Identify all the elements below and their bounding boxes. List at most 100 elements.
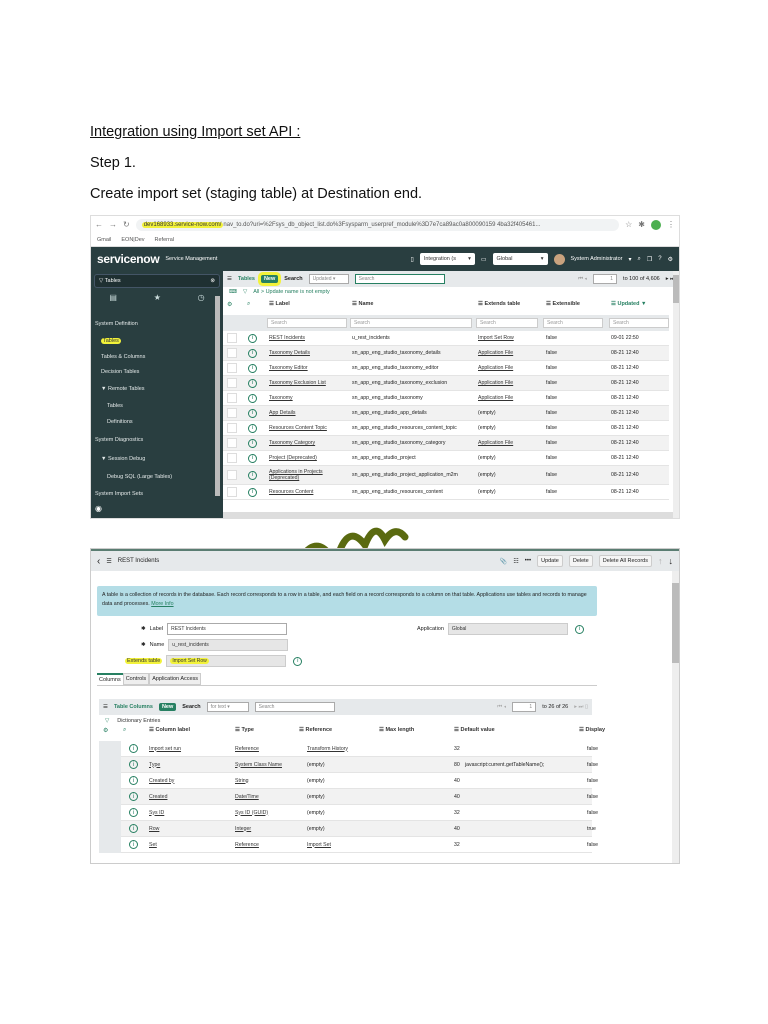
nav-item-session-debug[interactable]: ▼ Session Debug [101,456,145,462]
cell-type[interactable]: String [235,778,249,784]
table-row[interactable]: i Project (Deprecated) sn_app_eng_studio… [223,451,669,466]
update-set-picker[interactable]: Global ▾ [492,253,548,265]
info-icon[interactable]: i [248,393,257,403]
cell-extends[interactable]: Application File [478,365,513,371]
info-icon[interactable]: i [248,438,257,448]
extends-info-icon[interactable]: i [293,656,303,666]
personalize-gear-icon[interactable]: ⚙ [103,727,108,734]
col-header-max-length[interactable]: ☰ Max length [379,727,414,733]
cell-type[interactable]: Reference [235,746,259,752]
table-row[interactable]: i Import set run Reference Transform His… [99,740,598,757]
cell-extends[interactable]: Application File [478,380,513,386]
column-search-icon[interactable]: ⌕ [123,727,126,734]
search-extensible-input[interactable]: Search [543,318,603,328]
nav-section-system-definition[interactable]: System Definition [95,321,138,327]
row-checkbox[interactable] [227,487,237,497]
table-row[interactable]: i Taxonomy Details sn_app_eng_studio_tax… [223,346,669,361]
update-button[interactable]: Update [537,555,563,567]
sidebar-scrollbar[interactable] [215,296,220,496]
favorites-icon[interactable]: ★ [154,293,161,302]
profile-avatar[interactable] [651,219,661,230]
bookmark-eon-dev[interactable]: EON|Dev [121,237,144,243]
vertical-scrollbar[interactable] [672,571,679,863]
address-bar[interactable]: dev168933.service-now.com/nav_to.do?uri=… [135,218,620,231]
cell-extends[interactable]: Import Set Row [478,335,514,341]
cell-label[interactable]: Applications in Projects (Deprecated) [269,469,344,481]
table-row[interactable]: i Sys ID Sys ID (GUID) (empty) 32 false [99,804,598,821]
vertical-scrollbar[interactable] [673,271,679,518]
table-row[interactable]: i App Details sn_app_eng_studio_app_deta… [223,406,669,421]
label-input[interactable]: REST Incidents [167,623,288,635]
list-menu-icon[interactable]: ☰ [227,276,232,282]
cell-extends[interactable]: Application File [478,395,513,401]
col-header-default-value[interactable]: ☰ Default value [454,727,495,733]
col-header-type[interactable]: ☰ Type [235,727,254,733]
user-avatar[interactable] [553,253,565,265]
first-page-icon[interactable]: ⏮ ◂ [578,276,587,283]
cell-label[interactable]: Resources Content Topic [269,425,344,431]
delete-button[interactable]: Delete [568,555,593,567]
row-checkbox[interactable] [227,393,237,403]
nav-item-decision-tables[interactable]: Decision Tables [101,369,139,375]
info-icon[interactable]: i [129,776,138,785]
attachment-icon[interactable]: 📎 [500,558,507,565]
first-page-icon[interactable]: ⏮ ◂ [497,704,506,711]
help-icon[interactable]: ? [658,256,661,262]
cell-label[interactable]: Taxonomy Details [269,350,344,356]
col-header-extensible[interactable]: ☰ Extensible [546,301,580,307]
bookmark-gmail[interactable]: Gmail [97,237,111,243]
nav-item-remote-tables-tables[interactable]: Tables [107,403,123,409]
clear-icon[interactable]: ⊗ [210,278,215,284]
row-checkbox[interactable] [227,438,237,448]
info-icon[interactable]: i [248,453,257,463]
cell-column-label[interactable]: Row [149,826,159,832]
forward-icon[interactable]: → [109,220,117,229]
page-input[interactable]: 1 [512,702,537,712]
table-row[interactable]: i Taxonomy Exclusion List sn_app_eng_stu… [223,376,669,391]
nav-item-tables[interactable]: Tables [101,338,121,344]
form-menu-icon[interactable]: ☰ [106,558,111,565]
star-icon[interactable]: ☆ [625,220,632,229]
reload-icon[interactable]: ↻ [123,220,130,229]
row-checkbox[interactable] [227,333,237,343]
navigator-filter[interactable]: ▽ Tables ⊗ [94,274,220,288]
delete-all-records-button[interactable]: Delete All Records [598,555,652,567]
col-header-name[interactable]: ☰ Name [352,301,373,307]
cell-extends[interactable]: Application File [478,350,513,356]
cell-column-label[interactable]: Type [149,762,160,768]
filter-icon[interactable]: ▽ [105,718,109,724]
info-icon[interactable]: i [248,363,257,373]
info-icon[interactable]: i [129,808,138,817]
table-row[interactable]: i Created by String (empty) 40 false [99,772,598,789]
search-extends-input[interactable]: Search [476,318,538,328]
table-row[interactable]: i Taxonomy sn_app_eng_studio_taxonomy Ap… [223,391,669,406]
history-icon[interactable]: ◷ [198,293,205,302]
new-button[interactable]: New [260,275,279,283]
nav-section-system-diagnostics[interactable]: System Diagnostics [95,437,143,443]
app-scope-picker[interactable]: Integration (s ▾ [419,253,475,265]
cell-label[interactable]: Project (Deprecated) [269,455,344,461]
cell-column-label[interactable]: Import set run [149,746,181,752]
info-icon[interactable]: i [248,408,257,418]
cell-label[interactable]: Taxonomy [269,395,344,401]
breadcrumb[interactable]: All > Update name is not empty [253,289,330,295]
col-header-display[interactable]: ☰ Display [579,727,605,733]
chat-icon[interactable]: ❐ [647,256,652,263]
cell-label[interactable]: Taxonomy Category [269,440,344,446]
gear-icon[interactable]: ⚙ [668,256,673,263]
back-icon[interactable]: ← [95,220,103,229]
table-row[interactable]: i Resources Content sn_app_eng_studio_re… [223,485,669,500]
table-row[interactable]: i Set Reference Import Set 32 false [99,836,598,853]
extends-input[interactable]: Import Set Row [166,655,287,667]
row-checkbox[interactable] [227,453,237,463]
search-name-input[interactable]: Search [350,318,472,328]
menu-icon[interactable]: ⋮ [667,220,675,229]
table-row[interactable]: i Taxonomy Editor sn_app_eng_studio_taxo… [223,361,669,376]
cell-label[interactable]: App Details [269,410,344,416]
bookmark-referral[interactable]: Referral [155,237,175,243]
info-icon[interactable]: i [248,423,257,433]
cell-type[interactable]: Reference [235,842,259,848]
cell-label[interactable]: REST Incidents [269,335,344,341]
info-icon[interactable]: i [248,487,257,497]
personalize-gear-icon[interactable]: ⚙ [227,301,232,308]
